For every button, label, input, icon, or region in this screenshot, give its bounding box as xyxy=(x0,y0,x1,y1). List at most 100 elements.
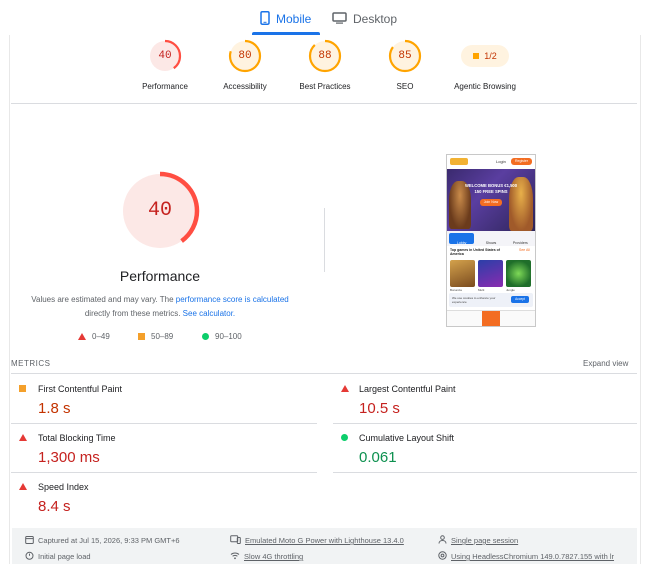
screenshot-game-1-label: Bonanza xyxy=(450,288,462,292)
screenshot-game-1 xyxy=(450,260,475,287)
screenshot-accept: Accept xyxy=(511,296,529,303)
throttling-info[interactable]: Slow 4G throttling xyxy=(230,551,303,562)
metric-tbt-value: 1,300 ms xyxy=(38,449,100,466)
calendar-icon xyxy=(25,535,34,546)
tab-mobile-label: Mobile xyxy=(276,12,312,26)
session-info[interactable]: Single page session xyxy=(438,535,518,546)
triangle-icon xyxy=(19,483,27,490)
person-icon xyxy=(438,535,447,546)
screenshot-header: Login Register xyxy=(447,155,535,169)
agentic-score: 1/2 xyxy=(484,51,497,61)
category-score: 40 xyxy=(158,50,172,62)
metrics-row-divider-1 xyxy=(11,423,317,424)
category-gauge-seo[interactable]: 85 xyxy=(388,39,422,73)
metric-fcp-name: First Contentful Paint xyxy=(38,384,123,394)
metrics-row-divider-3 xyxy=(11,472,317,473)
category-score: 85 xyxy=(398,50,412,62)
screenshot-section-title: Top games in United States of America xyxy=(450,248,500,256)
metrics-row-divider-2 xyxy=(333,423,637,424)
browser-info[interactable]: Using HeadlessChromium 149.0.7827.155 wi… xyxy=(438,551,614,562)
page-screenshot: Login Register WELCOME BONUS €1,500 150 … xyxy=(446,154,536,327)
screenshot-game-3-label: Jungle xyxy=(506,288,515,292)
divider xyxy=(11,103,637,104)
phone-icon xyxy=(260,10,270,28)
screenshot-nav-shows: Shows xyxy=(485,241,497,245)
legend-average: 50–89 xyxy=(138,332,173,341)
metric-lcp-name: Largest Contentful Paint xyxy=(359,384,456,394)
category-gauge-accessibility[interactable]: 80 xyxy=(228,39,262,73)
banner-cta: Join Now xyxy=(480,199,502,206)
expand-view-button[interactable]: Expand view xyxy=(583,359,628,368)
banner-line1: WELCOME BONUS €1,500 xyxy=(464,183,518,188)
performance-score: 40 xyxy=(147,199,172,222)
metrics-row-divider-4 xyxy=(333,472,637,473)
screenshot-bottom-nav xyxy=(447,310,535,326)
metric-lcp-value: 10.5 s xyxy=(359,400,400,417)
monitor-icon xyxy=(332,11,347,27)
category-gauge-agentic-browsing[interactable]: 1/2 xyxy=(461,45,509,67)
metric-si-value: 8.4 s xyxy=(38,498,71,515)
category-score: 88 xyxy=(318,50,332,62)
tab-desktop[interactable]: Desktop xyxy=(332,6,397,32)
screenshot-game-2 xyxy=(478,260,503,287)
metric-tbt-name: Total Blocking Time xyxy=(38,433,116,443)
panel-border-right xyxy=(640,35,641,564)
tab-mobile[interactable]: Mobile xyxy=(260,6,311,32)
screenshot-cookie-text: We use cookies to enhance your experienc… xyxy=(452,296,496,304)
note-text-1: Values are estimated and may vary. The xyxy=(31,295,176,304)
legend-pass: 90–100 xyxy=(202,332,242,341)
screenshot-nav: Lobby Shows Providers xyxy=(447,231,535,246)
screenshot-cookie-bar: We use cookies to enhance your experienc… xyxy=(449,293,533,307)
metric-cls-name: Cumulative Layout Shift xyxy=(359,433,455,443)
triangle-icon xyxy=(341,385,349,392)
legend-fail: 0–49 xyxy=(78,332,110,341)
panel-border-left xyxy=(9,35,10,564)
captured-info: Captured at Jul 15, 2026, 9:33 PM GMT+6 xyxy=(25,535,180,546)
screenshot-register: Register xyxy=(511,158,532,165)
category-score: 80 xyxy=(238,50,252,62)
screenshot-login: Login xyxy=(496,159,506,164)
triangle-icon xyxy=(19,434,27,441)
triangle-icon xyxy=(78,333,86,340)
vertical-divider xyxy=(324,208,325,272)
note-text-2: directly from these metrics. xyxy=(84,309,183,318)
site-logo xyxy=(450,158,468,165)
performance-title: Performance xyxy=(119,268,201,284)
metric-si-name: Speed Index xyxy=(38,482,89,492)
score-calculated-link[interactable]: performance score is calculated xyxy=(176,295,289,304)
metrics-title: METRICS xyxy=(11,359,51,368)
performance-note: Values are estimated and may vary. The p… xyxy=(20,293,300,321)
screenshot-banner: WELCOME BONUS €1,500 150 FREE SPINS Join… xyxy=(447,169,535,231)
legend-fail-label: 0–49 xyxy=(92,332,110,341)
captured-text: Captured at Jul 15, 2026, 9:33 PM GMT+6 xyxy=(38,536,180,545)
banner-line2: 150 FREE SPINS xyxy=(474,189,508,194)
session-text: Single page session xyxy=(451,536,519,545)
browser-text: Using HeadlessChromium 149.0.7827.155 wi… xyxy=(451,552,615,561)
performance-gauge: 40 xyxy=(119,170,201,252)
legend-average-label: 50–89 xyxy=(151,332,174,341)
tab-desktop-label: Desktop xyxy=(353,12,398,26)
active-tab-indicator xyxy=(252,32,320,35)
load-text: Initial page load xyxy=(38,552,91,561)
screenshot-nav-lobby: Lobby xyxy=(449,233,475,245)
metric-cls-value: 0.061 xyxy=(359,449,397,466)
load-info: Initial page load xyxy=(25,551,91,562)
category-gauge-performance[interactable]: 40 xyxy=(148,39,182,73)
category-label: Agentic Browsing xyxy=(454,82,516,91)
device-info[interactable]: Emulated Moto G Power with Lighthouse 13… xyxy=(230,535,404,546)
chrome-icon xyxy=(438,551,447,562)
screenshot-game-3 xyxy=(506,260,531,287)
category-gauge-best-practices[interactable]: 88 xyxy=(308,39,342,73)
metrics-divider xyxy=(11,373,637,374)
run-info-footer: Captured at Jul 15, 2026, 9:33 PM GMT+6 … xyxy=(12,528,637,564)
circle-icon xyxy=(341,434,348,441)
see-calculator-link[interactable]: See calculator. xyxy=(183,309,235,318)
agentic-badge: 1/2 xyxy=(461,45,509,67)
device-icon xyxy=(230,535,241,546)
wifi-icon xyxy=(230,551,240,562)
square-icon xyxy=(473,53,480,59)
device-text: Emulated Moto G Power with Lighthouse 13… xyxy=(245,536,404,545)
throttling-text: Slow 4G throttling xyxy=(244,552,304,561)
screenshot-game-2-label: Multi xyxy=(478,288,485,292)
screenshot-see-all: See All xyxy=(519,248,530,252)
